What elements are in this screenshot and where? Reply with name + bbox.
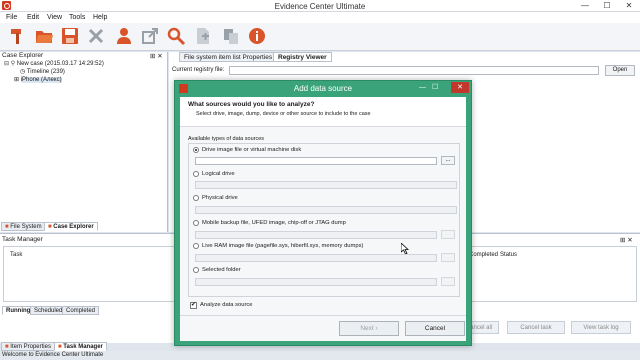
drive-image-path-input[interactable] bbox=[195, 157, 437, 165]
status-bar: Welcome to Evidence Center Ultimate bbox=[0, 351, 640, 360]
title-bar: Evidence Center Ultimate — ☐ ✕ bbox=[0, 0, 640, 12]
info-icon[interactable] bbox=[247, 26, 267, 46]
search-icon[interactable] bbox=[166, 26, 186, 46]
maximize-button[interactable]: ☐ bbox=[596, 0, 618, 12]
export-icon[interactable] bbox=[140, 26, 160, 46]
folder-open-icon[interactable] bbox=[34, 26, 54, 46]
toolbar bbox=[0, 23, 640, 51]
add-data-source-dialog: Add data source —☐ ✕ What sources would … bbox=[174, 80, 472, 346]
menu-view[interactable]: View bbox=[47, 14, 62, 21]
dialog-divider bbox=[180, 315, 466, 316]
cancel-button[interactable]: Cancel bbox=[405, 321, 465, 336]
case-explorer-panel: Case Explorer ⊞ ✕ ⊟ ⚲ New case (2015.03.… bbox=[0, 52, 168, 232]
col-completed: Completed bbox=[469, 252, 499, 258]
menu-file[interactable]: File bbox=[6, 14, 17, 21]
selected-folder-path-input[interactable] bbox=[195, 278, 437, 286]
dialog-app-icon bbox=[179, 84, 188, 93]
option-logical-drive-label: Logical drive bbox=[202, 171, 235, 177]
option-drive-image-label: Drive image file or virtual machine disk bbox=[202, 147, 302, 153]
minimize-button[interactable]: — bbox=[574, 0, 596, 12]
mouse-cursor-icon bbox=[401, 243, 409, 254]
close-button[interactable]: ✕ bbox=[618, 0, 640, 12]
tab-file-system-item-list[interactable]: File system item list Properties bbox=[179, 52, 278, 62]
open-button[interactable]: Open bbox=[605, 65, 635, 76]
browse-selected-folder-button[interactable] bbox=[441, 277, 455, 286]
document-add-icon[interactable] bbox=[193, 26, 213, 46]
window-title: Evidence Center Ultimate bbox=[274, 2, 366, 11]
left-tabs: ■ File System ■ Case Explorer bbox=[0, 222, 168, 231]
option-physical-drive-label: Physical drive bbox=[202, 195, 238, 201]
radio-mobile-backup[interactable] bbox=[193, 220, 199, 226]
menu-tools[interactable]: Tools bbox=[69, 14, 85, 21]
radio-selected-folder[interactable] bbox=[193, 267, 199, 273]
tab-case-explorer[interactable]: ■ Case Explorer bbox=[44, 222, 98, 231]
analyze-checkbox[interactable]: ✔ bbox=[190, 302, 197, 309]
tab-scheduled[interactable]: Scheduled bbox=[30, 306, 67, 315]
tab-registry-viewer[interactable]: Registry Viewer bbox=[273, 52, 332, 62]
clock-icon: ◷ bbox=[20, 69, 27, 75]
case-explorer-title: Case Explorer bbox=[2, 52, 44, 59]
browse-mobile-backup-button[interactable] bbox=[441, 230, 455, 239]
browse-drive-image-button[interactable]: ... bbox=[441, 156, 455, 165]
panel-pin-close[interactable]: ⊞ ✕ bbox=[150, 52, 163, 60]
registry-file-input[interactable] bbox=[229, 66, 599, 75]
dialog-body: What sources would you like to analyze? … bbox=[180, 97, 466, 341]
dialog-heading: What sources would you like to analyze? bbox=[188, 101, 315, 108]
user-icon[interactable] bbox=[114, 26, 134, 46]
tree-item-new-case[interactable]: ⊟ ⚲ New case (2015.03.17 14:29:52) bbox=[4, 60, 104, 67]
next-button[interactable]: Next › bbox=[339, 321, 399, 336]
apple-icon: ⊞ bbox=[14, 77, 21, 83]
radio-live-ram[interactable] bbox=[193, 243, 199, 249]
live-ram-path-input[interactable] bbox=[195, 254, 437, 262]
tab-file-system[interactable]: ■ File System bbox=[1, 222, 46, 231]
task-manager-title: Task Manager bbox=[2, 236, 43, 243]
tree-item-timeline[interactable]: ◷ Timeline (239) bbox=[20, 68, 65, 75]
col-task: Task bbox=[10, 252, 23, 258]
hammer-icon[interactable] bbox=[8, 26, 28, 46]
option-selected-folder-label: Selected folder bbox=[202, 267, 241, 273]
dialog-subheading: Select drive, image, dump, device or oth… bbox=[196, 111, 371, 117]
browse-live-ram-button[interactable] bbox=[441, 253, 455, 262]
col-status: Status bbox=[500, 252, 518, 258]
radio-drive-image[interactable] bbox=[193, 147, 199, 153]
cancel-task-button[interactable]: Cancel task bbox=[507, 321, 565, 334]
bottom-tabs: ■ Item Properties ■ Task Manager bbox=[0, 342, 200, 351]
dialog-header: What sources would you like to analyze? … bbox=[180, 97, 466, 127]
tree-item-iphone[interactable]: ⊞ iPhone (Алекс) bbox=[14, 76, 62, 83]
delete-icon[interactable] bbox=[86, 26, 106, 46]
physical-drive-select[interactable] bbox=[195, 206, 457, 214]
view-task-log-button[interactable]: View task log bbox=[571, 321, 631, 334]
mobile-backup-path-input[interactable] bbox=[195, 231, 437, 239]
menu-help[interactable]: Help bbox=[93, 14, 107, 21]
current-registry-file-label: Current registry file: bbox=[172, 67, 225, 73]
logical-drive-select[interactable] bbox=[195, 181, 457, 189]
radio-logical-drive[interactable] bbox=[193, 171, 199, 177]
case-search-icon: ⊟ ⚲ bbox=[4, 61, 17, 67]
option-live-ram-label: Live RAM image file (pagefile.sys, hiber… bbox=[202, 243, 364, 249]
dialog-close-button[interactable]: ✕ bbox=[451, 82, 469, 93]
menu-bar: File Edit View Tools Help bbox=[0, 12, 640, 23]
copy-icon[interactable] bbox=[221, 26, 241, 46]
option-mobile-backup-label: Mobile backup file, UFED image, chip-off… bbox=[202, 220, 346, 226]
task-panel-pin-close[interactable]: ⊞ ✕ bbox=[620, 236, 633, 244]
radio-physical-drive[interactable] bbox=[193, 195, 199, 201]
tab-task-manager[interactable]: ■ Task Manager bbox=[54, 342, 107, 351]
menu-edit[interactable]: Edit bbox=[27, 14, 39, 21]
save-icon[interactable] bbox=[60, 26, 80, 46]
group-label: Available types of data sources bbox=[188, 136, 265, 142]
analyze-checkbox-label: Analyze data source bbox=[200, 302, 253, 308]
tab-item-properties[interactable]: ■ Item Properties bbox=[1, 342, 55, 351]
tab-completed[interactable]: Completed bbox=[62, 306, 100, 315]
